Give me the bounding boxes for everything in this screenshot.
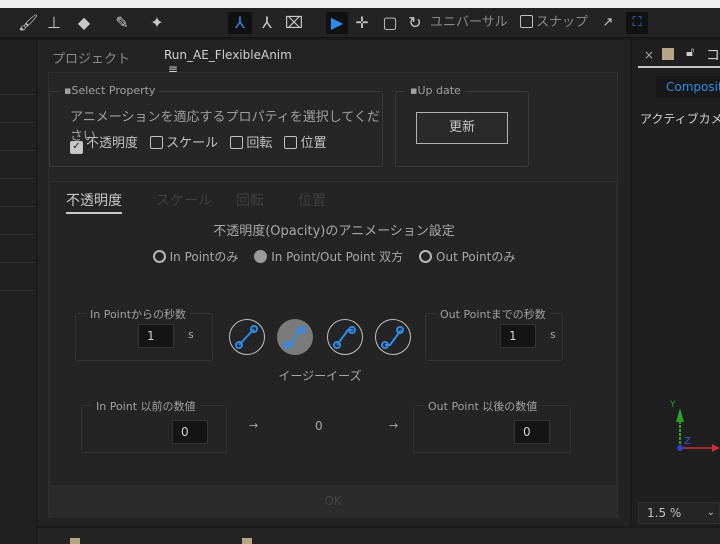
lock-icon[interactable]: 🔓︎: [686, 45, 694, 60]
checkbox-position[interactable]: 位置: [284, 136, 326, 151]
check-icon: ✓: [70, 141, 83, 154]
easy-ease-curve-icon: [283, 326, 306, 349]
panel-content: ▪Select Property アニメーションを適応するプロパティを選択してく…: [48, 72, 618, 518]
checkbox-label: 位置: [300, 136, 327, 151]
brush-icon[interactable]: 🖌: [18, 12, 38, 34]
bottom-panel: [38, 528, 720, 544]
radio-circle: [254, 250, 268, 263]
middle-value: 0: [315, 419, 323, 433]
axis-z-label: Z: [684, 436, 691, 447]
radio-both[interactable]: In Point/Out Point 双方: [254, 250, 403, 264]
update-group: ▪Up date 更新: [395, 84, 529, 167]
local-axis-icon[interactable]: ⅄: [228, 12, 252, 34]
radio-circle: [419, 250, 433, 263]
label-swatch: [242, 538, 252, 544]
out-value-title: Out Point 以後の数値: [424, 398, 542, 414]
puppet-pin-icon[interactable]: ✦: [146, 12, 168, 34]
arrow-icon: →: [389, 419, 399, 432]
ease-label: イージーイーズ: [278, 369, 362, 383]
panel-title: コ: [706, 48, 720, 64]
selection-arrow-icon[interactable]: ▶: [326, 12, 348, 34]
active-camera-label: アクティブカメラ: [640, 112, 720, 126]
tab-project[interactable]: プロジェクト: [52, 48, 130, 67]
linear-curve-icon: [235, 325, 258, 349]
select-property-title: ▪Select Property: [60, 84, 160, 97]
radio-out-only[interactable]: Out Pointのみ: [419, 250, 515, 264]
tab-underline: [638, 66, 720, 68]
radio-circle: [152, 250, 166, 263]
chevron-down-icon: ⌄: [706, 507, 715, 518]
prop-tab-opacity[interactable]: 不透明度: [66, 190, 122, 214]
close-icon[interactable]: ×: [644, 48, 654, 62]
rotate-icon[interactable]: ↻: [404, 12, 426, 34]
ease-linear-button[interactable]: [229, 319, 265, 355]
settings-heading: 不透明度(Opacity)のアニメーション設定: [213, 224, 455, 239]
ease-in-button[interactable]: [327, 319, 363, 355]
radio-in-only[interactable]: In Pointのみ: [152, 250, 239, 264]
left-panel: [0, 40, 36, 544]
window-top-strip: [0, 0, 720, 8]
world-axis-icon[interactable]: ⅄: [256, 12, 278, 34]
expand-icon[interactable]: ↗: [598, 12, 618, 34]
checkbox-label: スケール: [166, 136, 219, 151]
update-button[interactable]: 更新: [416, 112, 508, 144]
checkbox-opacity[interactable]: ✓ 不透明度: [70, 136, 139, 154]
clone-stamp-icon[interactable]: ⊥: [44, 12, 64, 34]
out-seconds-input[interactable]: 1: [500, 324, 536, 348]
zoom-value: 1.5 %: [647, 506, 682, 520]
update-title: ▪Up date: [406, 84, 465, 97]
focus-frame-icon[interactable]: ⛶: [626, 12, 648, 34]
in-value-input[interactable]: 0: [172, 420, 208, 444]
out-seconds-title: Out Pointまでの秒数: [436, 306, 550, 322]
toolbar: 🖌 ⊥ ◆ ✎ ✦ ⅄ ⅄ ⌧ ▶ ✛ ▢ ↻ ユニバーサル スナップ ↗ ⛶: [0, 8, 720, 38]
composition-panel: × 🔓︎ コ Compositio アクティブカメラ Y Z 1.5 % ⌄: [632, 40, 720, 526]
move-icon[interactable]: ✛: [352, 12, 372, 34]
prop-tab-scale[interactable]: スケール: [156, 190, 212, 210]
snap-label: スナップ: [536, 15, 589, 30]
in-seconds-unit: s: [188, 328, 194, 341]
checkbox-scale[interactable]: スケール: [150, 136, 218, 151]
prop-tab-position[interactable]: 位置: [298, 190, 326, 210]
in-value-group: In Point 以前の数値 0: [81, 398, 227, 453]
select-property-group: ▪Select Property アニメーションを適応するプロパティを選択してく…: [49, 84, 383, 167]
snap-toggle[interactable]: スナップ: [520, 12, 588, 34]
label-swatch: [70, 538, 80, 544]
radio-label: In Point/Out Point 双方: [271, 250, 404, 264]
arrow-icon: →: [249, 419, 259, 432]
out-value-group: Out Point 以後の数値 0: [413, 398, 571, 453]
zoom-dropdown[interactable]: 1.5 % ⌄: [638, 502, 720, 524]
ease-in-curve-icon: [333, 326, 356, 349]
in-seconds-group: In Pointからの秒数 1 s: [75, 306, 213, 361]
snap-checkbox[interactable]: [520, 15, 533, 28]
in-value-title: In Point 以前の数値: [92, 398, 200, 414]
out-value-input[interactable]: 0: [514, 420, 550, 444]
checkbox-label: 不透明度: [86, 136, 139, 151]
in-seconds-input[interactable]: 1: [138, 324, 174, 348]
axis-y-label: Y: [670, 400, 676, 410]
prop-tab-rotation[interactable]: 回転: [236, 190, 264, 210]
checkbox-box: [230, 136, 244, 149]
ease-out-curve-icon: [381, 326, 404, 349]
universal-label[interactable]: ユニバーサル: [430, 12, 508, 34]
radio-label: In Pointのみ: [169, 250, 239, 264]
tab-label: Run_AE_FlexibleAnim: [164, 48, 292, 62]
eraser-icon[interactable]: ◆: [74, 12, 94, 34]
out-seconds-group: Out Pointまでの秒数 1 s: [425, 306, 563, 361]
checkbox-box: [150, 136, 164, 149]
ok-button[interactable]: OK: [49, 485, 617, 517]
ease-out-button[interactable]: [375, 319, 411, 355]
radio-label: Out Pointのみ: [436, 250, 516, 264]
view-axis-icon[interactable]: ⌧: [284, 12, 304, 34]
checkbox-rotation[interactable]: 回転: [230, 136, 272, 151]
roto-brush-icon[interactable]: ✎: [110, 12, 134, 34]
label-color-swatch: [662, 48, 674, 60]
checkbox-label: 回転: [246, 136, 273, 151]
checkbox-box: [284, 136, 298, 149]
out-seconds-unit: s: [550, 328, 556, 341]
in-seconds-title: In Pointからの秒数: [86, 306, 191, 322]
composition-tab[interactable]: Compositio: [656, 76, 720, 98]
rect-icon[interactable]: ▢: [380, 12, 400, 34]
easy-ease-button[interactable]: [277, 319, 313, 355]
